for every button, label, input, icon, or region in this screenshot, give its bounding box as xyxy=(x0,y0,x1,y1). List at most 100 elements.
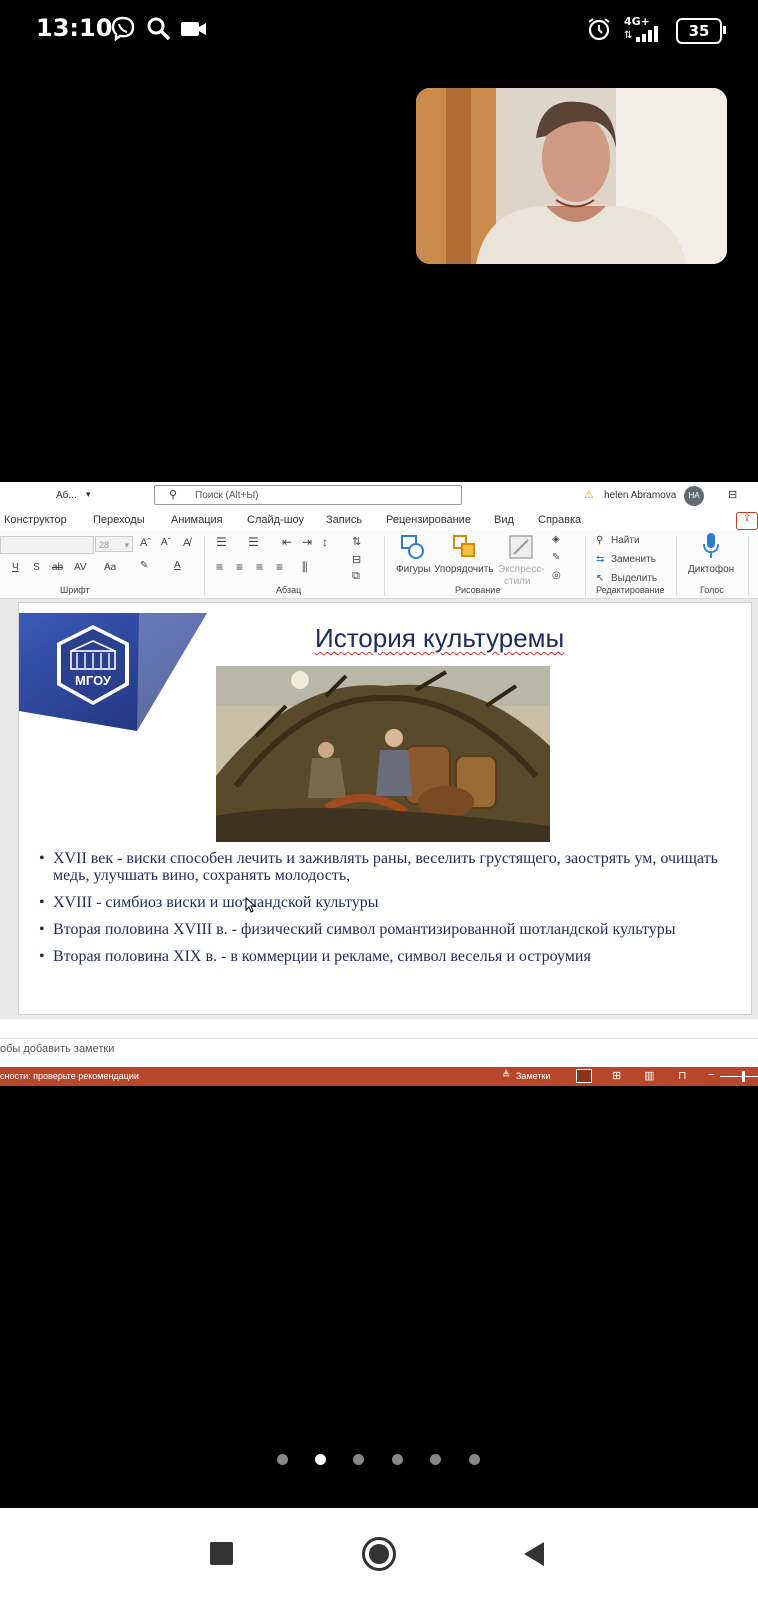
align-left-icon[interactable]: ≡ xyxy=(216,560,223,574)
slide-canvas: МГОУ История культуремы • XVII век - вис… xyxy=(0,599,758,1019)
user-name[interactable]: helen Abramova xyxy=(604,490,676,501)
replace-button[interactable]: Заменить xyxy=(611,554,656,565)
participant-video[interactable] xyxy=(416,88,727,264)
find-button[interactable]: Найти xyxy=(611,535,640,546)
strikethrough-icon[interactable]: ab xyxy=(52,562,63,573)
tab-view[interactable]: Вид xyxy=(494,514,514,526)
line-spacing-icon[interactable]: ↕ xyxy=(322,535,328,549)
accessibility-status[interactable]: сности: проверьте рекомендации xyxy=(0,1071,139,1081)
page-dot-active[interactable] xyxy=(315,1454,326,1465)
normal-view-icon[interactable] xyxy=(576,1069,592,1083)
quick-styles-icon[interactable] xyxy=(508,534,534,563)
highlight-icon[interactable]: ✎ xyxy=(140,560,148,571)
shrink-font-icon[interactable]: Aˇ xyxy=(161,537,171,548)
quick-styles-button[interactable]: Экспресс- xyxy=(498,564,545,575)
shapes-button[interactable]: Фигуры xyxy=(396,564,430,575)
bullets-icon[interactable]: ☰ xyxy=(216,535,227,549)
notes-toggle-button[interactable]: Заметки xyxy=(516,1071,550,1081)
bullet-item: XVIII - симбиоз виски и шотландской куль… xyxy=(39,894,739,911)
tab-help[interactable]: Справка xyxy=(538,514,581,526)
page-dot[interactable] xyxy=(392,1454,403,1465)
arrange-icon[interactable] xyxy=(452,534,478,563)
doc-menu-chevron-icon[interactable]: ▾ xyxy=(86,489,91,500)
app-title-bar: Аб... ▾ ⚲ Поиск (Alt+Ы) ⚠ helen Abramova… xyxy=(0,482,758,510)
select-icon[interactable]: ↖ xyxy=(596,573,604,584)
search-box[interactable]: ⚲ Поиск (Alt+Ы) xyxy=(154,485,462,505)
status-time: 13:10 xyxy=(36,14,113,42)
shapes-icon[interactable] xyxy=(400,534,426,563)
shape-fill-icon[interactable]: ◈ xyxy=(552,534,560,545)
tab-record[interactable]: Запись xyxy=(326,514,362,526)
increase-indent-icon[interactable]: ⇥ xyxy=(302,535,312,549)
recents-button[interactable] xyxy=(210,1542,233,1565)
ribbon-display-icon[interactable]: ⊟ xyxy=(728,488,737,501)
select-button[interactable]: Выделить xyxy=(611,573,657,584)
shape-effects-icon[interactable]: ◎ xyxy=(552,570,561,581)
bullet-item: XVII век - виски способен лечить и зажив… xyxy=(39,850,739,884)
tab-review[interactable]: Рецензирование xyxy=(386,514,471,526)
tab-animation[interactable]: Анимация xyxy=(171,514,223,526)
ribbon-tabs: Конструктор Переходы Анимация Слайд-шоу … xyxy=(0,510,758,530)
tab-slideshow[interactable]: Слайд-шоу xyxy=(247,514,304,526)
shape-outline-icon[interactable]: ✎ xyxy=(552,552,560,563)
shadow-icon[interactable]: S xyxy=(33,562,40,573)
slide-bullets[interactable]: XVII век - виски способен лечить и зажив… xyxy=(39,850,739,975)
slide-sorter-icon[interactable]: ⊞ xyxy=(612,1069,621,1082)
battery-icon: 35 xyxy=(676,18,726,44)
find-icon[interactable]: ⚲ xyxy=(596,535,603,546)
share-icon[interactable]: ⇪ xyxy=(736,512,758,530)
page-dot[interactable] xyxy=(277,1454,288,1465)
search-icon xyxy=(146,16,172,49)
svg-text:⇅: ⇅ xyxy=(624,30,632,41)
grow-font-icon[interactable]: Aˆ xyxy=(140,537,151,549)
microphone-icon[interactable] xyxy=(702,532,720,563)
change-case-icon[interactable]: Aa xyxy=(104,562,116,573)
group-label-drawing: Рисование xyxy=(455,585,501,595)
reading-view-icon[interactable]: ▥ xyxy=(644,1069,654,1082)
illustration-image[interactable] xyxy=(216,666,550,842)
page-dot[interactable] xyxy=(469,1454,480,1465)
tab-transitions[interactable]: Переходы xyxy=(93,514,145,526)
quick-styles-button-line2: стили xyxy=(504,576,531,587)
tab-design[interactable]: Конструктор xyxy=(4,514,67,526)
decrease-indent-icon[interactable]: ⇤ xyxy=(282,535,292,549)
signal-icon: ⇅ xyxy=(624,26,664,46)
char-spacing-icon[interactable]: AV xyxy=(74,562,87,573)
avatar[interactable]: HA xyxy=(684,486,704,506)
zoom-slider-thumb[interactable] xyxy=(742,1071,745,1082)
font-name-select[interactable] xyxy=(0,536,94,554)
notes-pane[interactable]: обы добавить заметки xyxy=(0,1038,758,1061)
zoom-slider[interactable] xyxy=(720,1076,758,1077)
align-right-icon[interactable]: ≡ xyxy=(256,560,263,574)
notes-placeholder: обы добавить заметки xyxy=(0,1043,115,1055)
arrange-button[interactable]: Упорядочить xyxy=(434,564,494,575)
smartart-icon[interactable]: ⧉ xyxy=(352,570,360,583)
justify-icon[interactable]: ≡ xyxy=(276,560,283,574)
dictate-button[interactable]: Диктофон xyxy=(688,564,734,575)
slide-title-text: История культуремы xyxy=(315,623,565,653)
bullet-item: Вторая половина XVIII в. - физический си… xyxy=(39,921,739,938)
page-dot[interactable] xyxy=(430,1454,441,1465)
clear-format-icon[interactable]: A̸ xyxy=(183,537,190,549)
columns-icon[interactable]: ⫼ xyxy=(302,560,308,575)
notes-icon[interactable]: ≜ xyxy=(502,1070,510,1081)
text-direction-icon[interactable]: ⇅ xyxy=(352,535,361,548)
doc-name[interactable]: Аб... xyxy=(56,490,77,501)
align-center-icon[interactable]: ≡ xyxy=(236,560,243,574)
page-dot[interactable] xyxy=(353,1454,364,1465)
home-button[interactable] xyxy=(362,1537,396,1571)
warning-icon[interactable]: ⚠ xyxy=(584,488,594,501)
align-text-icon[interactable]: ⊟ xyxy=(352,553,361,566)
font-size-select[interactable]: 28 ▾ xyxy=(95,536,133,552)
slide[interactable]: МГОУ История культуремы • XVII век - вис… xyxy=(18,602,752,1015)
replace-icon[interactable]: ⇆ xyxy=(596,554,604,565)
back-button[interactable] xyxy=(522,1540,546,1568)
slideshow-icon[interactable]: ⊓ xyxy=(678,1069,687,1082)
zoom-out-icon[interactable]: − xyxy=(708,1069,714,1081)
slide-title[interactable]: История культуремы xyxy=(315,623,564,654)
underline-icon[interactable]: Ч xyxy=(12,562,19,573)
font-color-icon[interactable]: A xyxy=(174,560,181,571)
viber-icon xyxy=(110,16,136,49)
ribbon: 28 ▾ Aˆ Aˇ A̸ Ч S ab AV Aa ✎ A Шрифт ☰ ☰ … xyxy=(0,530,758,599)
numbering-icon[interactable]: ☰ xyxy=(248,535,259,549)
